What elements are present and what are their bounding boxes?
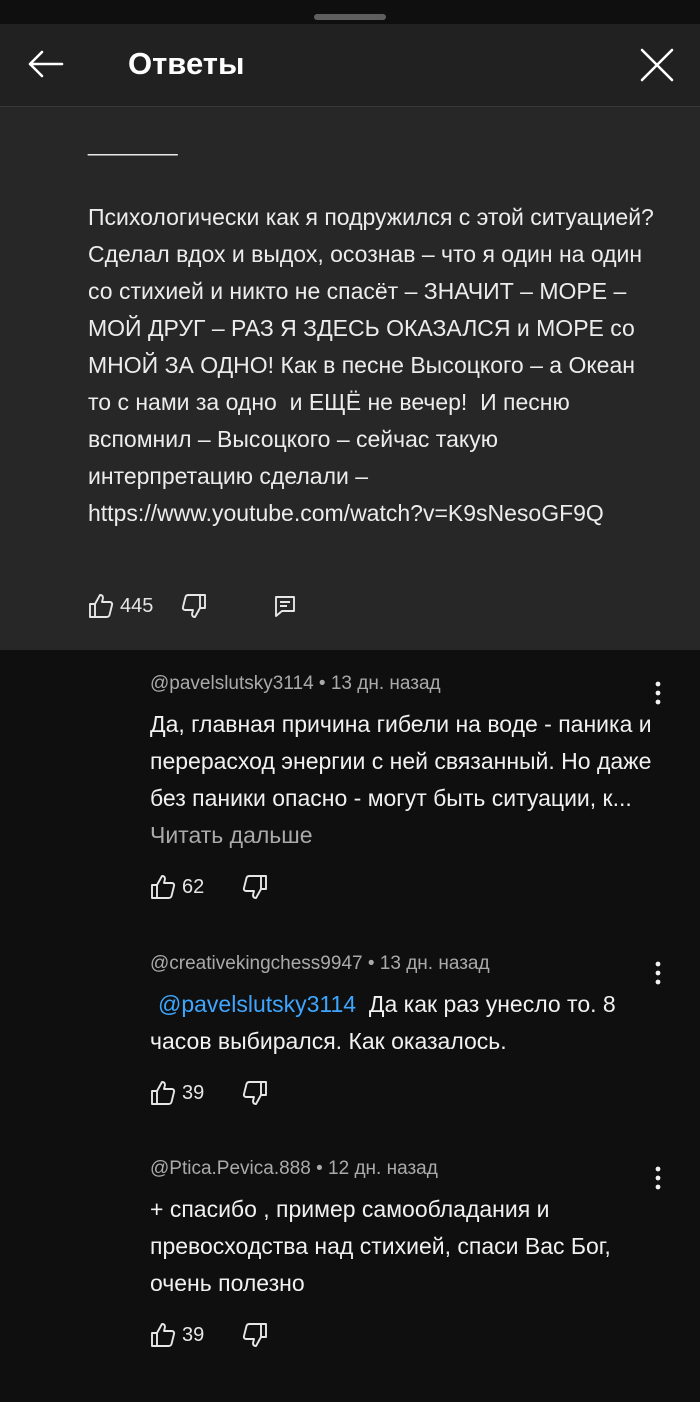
dislike-button[interactable] (242, 1322, 268, 1348)
reply-text: @pavelslutsky3114 Да как раз унесло то. … (150, 986, 670, 1060)
more-options-button[interactable] (646, 958, 670, 988)
reply-meta: @creativekingchess9947 • 13 дн. назад (150, 953, 490, 974)
thumbs-down-icon (243, 1323, 268, 1347)
timestamp: 13 дн. назад (379, 953, 490, 974)
reply-body: + спасибо , пример самообладания и прево… (150, 1196, 611, 1296)
close-button[interactable] (636, 44, 678, 86)
arrow-left-icon (28, 50, 64, 78)
reply-actions: 39 (150, 1320, 268, 1350)
more-options-button[interactable] (646, 1163, 670, 1193)
author-handle[interactable]: @Ptica.Pevica.888 (150, 1158, 311, 1179)
like-button[interactable]: 445 (88, 593, 153, 619)
reply-item: @pavelslutsky3114 • 13 дн. назад Да, гла… (150, 672, 670, 854)
drag-handle[interactable] (314, 14, 386, 20)
thumbs-up-icon (89, 594, 114, 618)
more-vert-icon (655, 961, 661, 985)
thumbs-up-icon (151, 1081, 176, 1105)
reply-text: + спасибо , пример самообладания и прево… (150, 1191, 670, 1302)
like-count: 445 (120, 594, 154, 617)
parent-comment-actions: 445 (88, 591, 297, 621)
more-vert-icon (655, 1166, 661, 1190)
author-handle[interactable]: @pavelslutsky3114 (150, 673, 314, 694)
reply-item: @creativekingchess9947 • 13 дн. назад @p… (150, 952, 670, 1060)
like-count: 39 (182, 1323, 205, 1346)
thumbs-down-icon (243, 1081, 268, 1105)
author-handle[interactable]: @creativekingchess9947 (150, 953, 363, 974)
read-more-link[interactable]: Читать дальше (150, 822, 313, 848)
thumbs-down-icon (243, 875, 268, 899)
like-button[interactable]: 39 (150, 1080, 204, 1106)
parent-comment-text: _______ Психологически как я подружился … (88, 130, 654, 526)
more-vert-icon (655, 681, 661, 705)
more-options-button[interactable] (646, 678, 670, 708)
reply-item: @Ptica.Pevica.888 • 12 дн. назад + спаси… (150, 1157, 670, 1302)
reply-meta: @pavelslutsky3114 • 13 дн. назад (150, 673, 441, 694)
reply-text: Да, главная причина гибели на воде - пан… (150, 706, 670, 854)
like-button[interactable]: 39 (150, 1322, 204, 1348)
thumbs-up-icon (151, 1323, 176, 1347)
reply-actions: 39 (150, 1078, 268, 1108)
reply-meta: @Ptica.Pevica.888 • 12 дн. назад (150, 1158, 438, 1179)
timestamp: 13 дн. назад (330, 673, 441, 694)
thumbs-up-icon (151, 875, 176, 899)
parent-comment: _______ Психологически как я подружился … (0, 107, 700, 650)
dislike-button[interactable] (242, 1080, 268, 1106)
thumbs-down-icon (182, 594, 207, 618)
back-button[interactable] (22, 44, 66, 84)
like-count: 39 (182, 1081, 205, 1104)
like-button[interactable]: 62 (150, 874, 204, 900)
page-title: Ответы (128, 46, 245, 81)
reply-button[interactable] (273, 594, 297, 618)
replies-panel: Ответы _______ Психологически как я подр… (0, 0, 700, 1402)
close-icon (640, 48, 674, 82)
dislike-button[interactable] (181, 593, 207, 619)
reply-actions: 62 (150, 872, 268, 902)
like-count: 62 (182, 875, 205, 898)
mention-link[interactable]: @pavelslutsky3114 (158, 991, 356, 1017)
panel-header: Ответы (0, 24, 700, 107)
dislike-button[interactable] (242, 874, 268, 900)
timestamp: 12 дн. назад (328, 1158, 438, 1179)
reply-comment-icon (275, 596, 296, 617)
reply-body: Да, главная причина гибели на воде - пан… (150, 711, 652, 811)
